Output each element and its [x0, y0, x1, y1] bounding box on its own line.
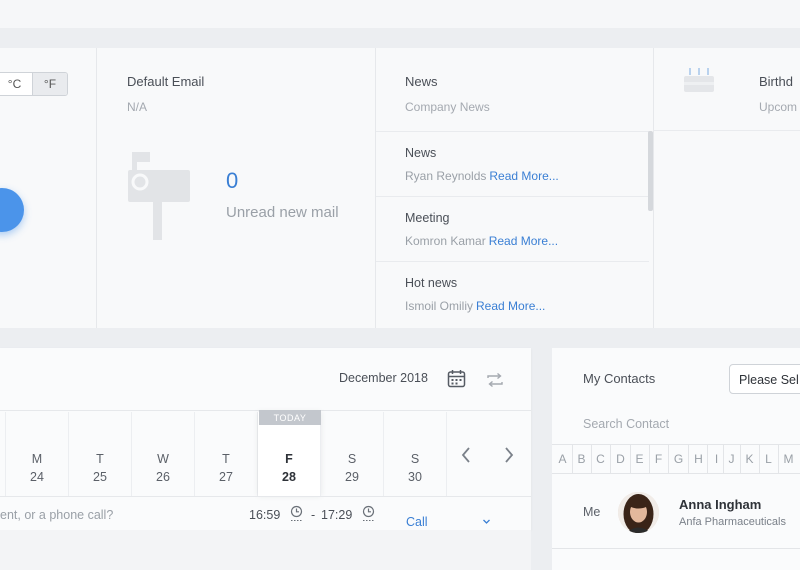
mailbox-icon: [124, 152, 194, 247]
event-type-select[interactable]: Call: [406, 513, 492, 529]
day-cell[interactable]: M 24: [6, 412, 69, 496]
birthdays-widget-subtitle: Upcom: [759, 100, 798, 114]
start-time-input[interactable]: 16:59: [249, 508, 280, 522]
contact-company: Anfa Pharmaceuticals: [679, 516, 786, 528]
chevron-right-icon[interactable]: [502, 446, 516, 469]
column-divider: [653, 48, 654, 328]
calendar-panel-footer: [0, 530, 531, 570]
contact-search-input[interactable]: Search Contact: [583, 417, 669, 431]
email-address: N/A: [127, 100, 148, 114]
day-cell[interactable]: S 29: [321, 412, 384, 496]
contacts-title: My Contacts: [583, 371, 656, 386]
letter-filter[interactable]: B: [572, 452, 591, 466]
read-more-link[interactable]: Read More...: [489, 234, 558, 248]
news-widget-title: News: [405, 74, 438, 89]
calendar-divider: [0, 496, 531, 497]
event-type-value: Call: [406, 515, 428, 529]
contact-group-select[interactable]: Please Sel: [729, 364, 800, 394]
unread-mail-caption: Unread new mail: [226, 204, 339, 221]
news-scrollbar[interactable]: [648, 131, 653, 211]
clock-icon[interactable]: [290, 505, 303, 527]
day-name: W: [157, 452, 169, 466]
read-more-link[interactable]: Read More...: [489, 169, 558, 183]
letter-filter[interactable]: G: [669, 452, 688, 466]
letter-filter[interactable]: K: [740, 452, 759, 466]
news-item: Meeting Komron Kamar Read More...: [376, 196, 649, 261]
celsius-button[interactable]: °C: [0, 73, 32, 95]
fahrenheit-button[interactable]: °F: [32, 73, 67, 95]
day-date: 25: [93, 470, 107, 484]
day-date: 24: [30, 470, 44, 484]
day-date: 29: [345, 470, 359, 484]
news-item: Hot news Ismoil Omiliy Read More...: [376, 261, 649, 326]
news-item-title: Hot news: [405, 276, 458, 290]
news-item-author: Komron Kamar: [405, 234, 486, 248]
news-item-title: News: [405, 146, 437, 160]
unread-mail-count[interactable]: 0: [226, 168, 238, 194]
avatar: [618, 492, 659, 533]
column-divider: [96, 48, 97, 328]
time-separator: -: [311, 508, 316, 522]
contact-row[interactable]: Me Anna Ingham Anfa Pharmaceuticals: [552, 474, 800, 548]
day-name: T: [222, 452, 230, 466]
day-cell[interactable]: W 26: [132, 412, 195, 496]
news-item-author: Ismoil Omiliy: [405, 299, 473, 313]
temperature-unit-toggle: °C °F: [0, 72, 68, 96]
day-name: M: [31, 452, 43, 466]
birthdays-widget-title: Birthd: [759, 74, 793, 89]
clock-icon[interactable]: [362, 505, 375, 527]
letter-filter[interactable]: E: [630, 452, 649, 466]
news-item-author: Ryan Reynolds: [405, 169, 487, 183]
day-name: F: [285, 452, 293, 466]
birthday-cake-icon: [683, 66, 715, 99]
letter-filter[interactable]: F: [649, 452, 668, 466]
day-name: T: [96, 452, 104, 466]
email-widget-title: Default Email: [127, 74, 205, 89]
read-more-link[interactable]: Read More...: [476, 299, 545, 313]
contacts-divider: [552, 548, 800, 549]
end-time-input[interactable]: 17:29: [321, 508, 352, 522]
news-widget-subtitle: Company News: [405, 100, 490, 114]
today-badge: TODAY: [259, 410, 321, 425]
day-date: 26: [156, 470, 170, 484]
contacts-divider: [552, 444, 800, 445]
top-bar: [0, 0, 800, 28]
contact-owner-label: Me: [583, 505, 601, 519]
news-item-title: Meeting: [405, 211, 450, 225]
refresh-icon[interactable]: [486, 371, 504, 394]
day-cell[interactable]: T 27: [195, 412, 258, 496]
contact-name: Anna Ingham: [679, 497, 762, 512]
letter-filter[interactable]: C: [591, 452, 610, 466]
chevron-down-icon: [482, 513, 491, 531]
letter-filter[interactable]: D: [611, 452, 630, 466]
letter-filter[interactable]: A: [553, 452, 572, 466]
day-name: S: [347, 452, 357, 466]
event-description-input[interactable]: ent, or a phone call?: [0, 508, 113, 522]
chevron-left-icon[interactable]: [459, 446, 473, 469]
day-name: S: [410, 452, 420, 466]
letter-filter[interactable]: H: [689, 452, 708, 466]
day-date: 27: [219, 470, 233, 484]
news-item: News Ryan Reynolds Read More...: [376, 131, 649, 196]
day-cell[interactable]: S 30: [384, 412, 447, 496]
calendar-month-label: December 2018: [339, 371, 428, 385]
day-cell[interactable]: T 25: [69, 412, 132, 496]
letter-filter[interactable]: J: [722, 452, 741, 466]
letter-filter[interactable]: M: [779, 452, 798, 466]
day-date: 28: [282, 470, 296, 484]
calendar-icon[interactable]: [447, 369, 466, 393]
day-date: 30: [408, 470, 422, 484]
birthdays-divider: [653, 130, 800, 131]
letter-filter[interactable]: L: [759, 452, 778, 466]
